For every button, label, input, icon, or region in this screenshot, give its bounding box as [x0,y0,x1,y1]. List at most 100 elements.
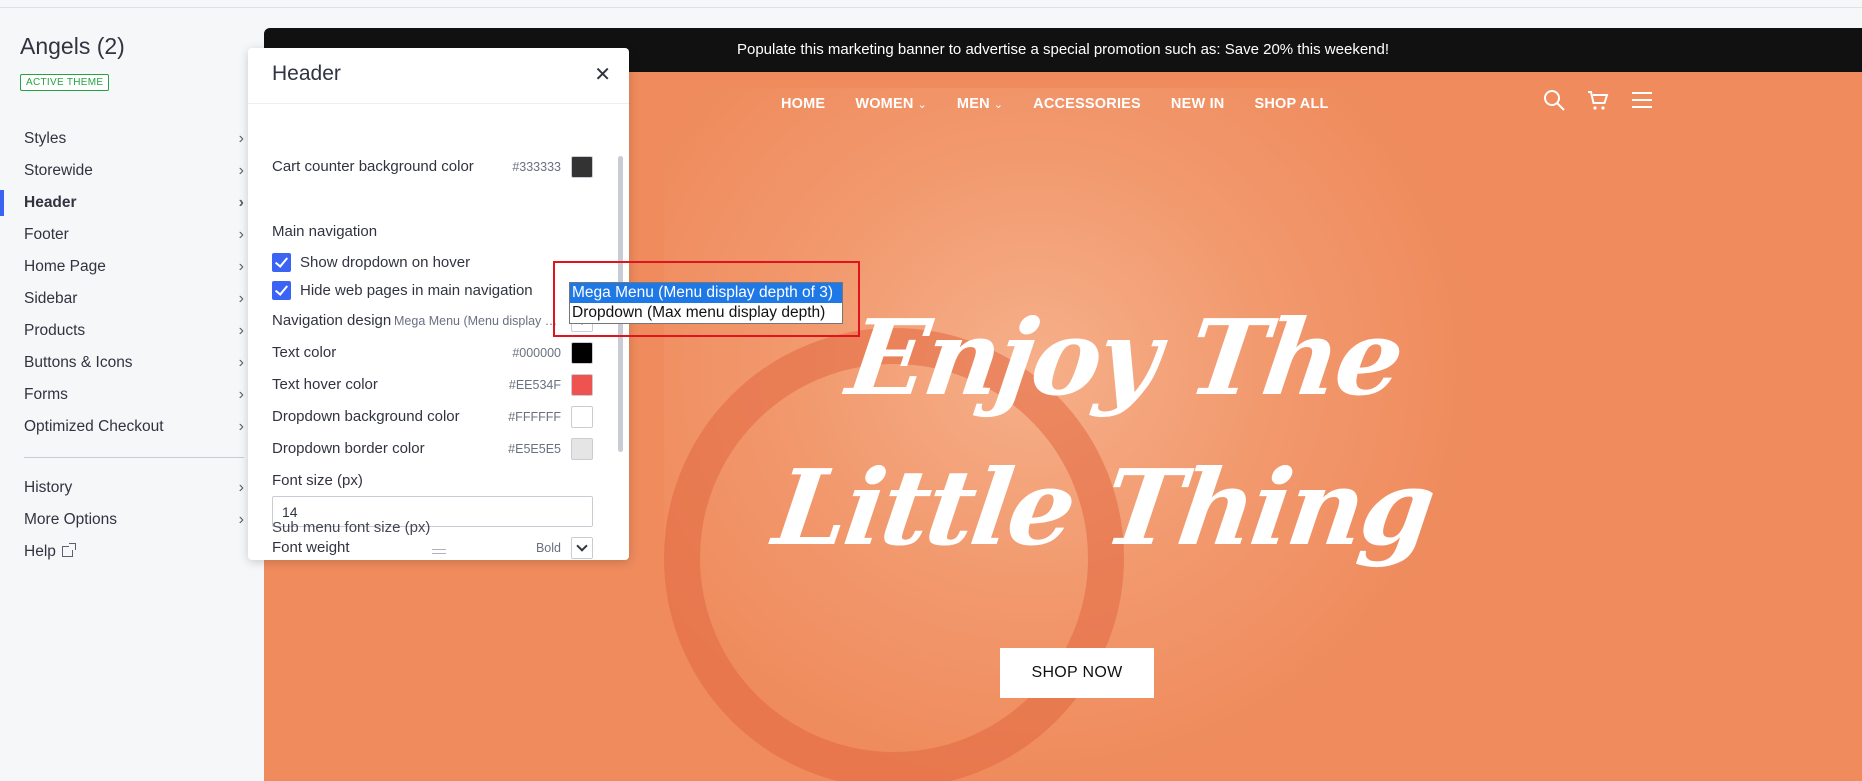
sidebar-item-header[interactable]: Header › [0,187,262,219]
theme-sidebar: Angels (2) ACTIVE THEME Styles › Storewid… [0,9,262,781]
color-hex: #333333 [512,160,561,174]
checkbox-checked[interactable] [272,281,291,300]
top-bar [0,0,1862,8]
checkbox-label: Show dropdown on hover [300,254,471,271]
dropdown-bg-color-row: Dropdown background color #FFFFFF [272,406,593,430]
search-icon[interactable] [1542,88,1566,112]
sidebar-item-forms[interactable]: Forms › [0,379,262,411]
chevron-right-icon: › [238,226,244,243]
sidebar-item-label: Storewide [24,162,93,179]
chevron-right-icon: › [238,418,244,435]
color-hex: #E5E5E5 [508,442,561,456]
color-swatch[interactable] [571,342,593,364]
sidebar-item-history[interactable]: History › [0,472,262,504]
chevron-down-icon: ⌄ [993,99,1004,111]
color-hex: #FFFFFF [508,410,561,424]
dropdown-border-color-row: Dropdown border color #E5E5E5 [272,438,593,462]
sidebar-item-storewide[interactable]: Storewide › [0,155,262,187]
theme-title: Angels (2) [20,33,125,59]
field-label: Text hover color [272,376,378,393]
sidebar-item-home-page[interactable]: Home Page › [0,251,262,283]
cart-icon[interactable] [1586,88,1610,112]
color-swatch[interactable] [571,438,593,460]
field-label: Navigation design [272,312,392,329]
sidebar-divider [24,457,244,458]
chevron-right-icon: › [238,162,244,179]
sidebar-nav: Styles › Storewide › Header › Footer › Home … [0,123,262,568]
font-weight-select[interactable] [571,537,593,559]
hero-headline: Enjoy The Little Thing [763,283,1465,583]
close-icon[interactable]: ✕ [594,62,611,87]
sidebar-item-footer[interactable]: Footer › [0,219,262,251]
sidebar-item-label: Footer [24,226,69,243]
sidebar-item-sidebar[interactable]: Sidebar › [0,283,262,315]
sidebar-item-label: Optimized Checkout [24,418,164,435]
sub-menu-font-size-label: Sub menu font size (px) [272,519,431,536]
sidebar-item-label: Home Page [24,258,106,275]
hero-line-2: Little Thing [767,446,1440,569]
chevron-right-icon: › [238,386,244,403]
chevron-down-icon: ⌄ [917,99,927,111]
store-nav-shop-all[interactable]: SHOP ALL [1254,96,1328,112]
cart-counter-bg-row: Cart counter background color #333333 [272,156,593,180]
sidebar-item-label: Help [24,543,56,560]
menu-icon[interactable] [1630,88,1654,112]
sidebar-item-help[interactable]: Help [0,536,262,568]
chevron-right-icon: › [238,194,244,211]
field-label: Dropdown background color [272,408,460,425]
store-nav-accessories[interactable]: ACCESSORIES [1033,96,1141,112]
color-swatch[interactable] [571,156,593,178]
select-value: Bold [535,541,561,555]
field-label: Dropdown border color [272,440,425,457]
store-nav-label: WOMEN [855,96,914,112]
font-size-label: Font size (px) [272,472,363,489]
color-swatch[interactable] [571,374,593,396]
sidebar-item-label: More Options [24,511,118,528]
field-label: Text color [272,344,337,361]
store-nav-home[interactable]: HOME [781,96,825,112]
color-swatch[interactable] [571,406,593,428]
sidebar-item-styles[interactable]: Styles › [0,123,262,155]
chevron-right-icon: › [238,258,244,275]
checkbox-label: Hide web pages in main navigation [300,282,533,299]
chevron-right-icon: › [238,322,244,339]
sidebar-item-optimized-checkout[interactable]: Optimized Checkout › [0,411,262,443]
sidebar-item-label: Styles [24,130,67,147]
sidebar-item-label: Sidebar [24,290,78,307]
field-label: Font weight [272,539,350,556]
text-hover-color-row: Text hover color #EE534F [272,374,593,398]
sidebar-item-label: Buttons & Icons [24,354,133,371]
store-nav-label: MEN [956,96,990,112]
sidebar-item-label: Forms [24,386,68,403]
store-nav-new-in[interactable]: NEW IN [1171,96,1225,112]
sidebar-item-label: Header [24,194,77,211]
chevron-right-icon: › [238,290,244,307]
field-label: Cart counter background color [272,158,474,175]
main-navigation-title: Main navigation [272,223,378,240]
external-link-icon [61,543,76,557]
panel-title: Header [272,62,341,85]
sidebar-item-buttons-icons[interactable]: Buttons & Icons › [0,347,262,379]
color-hex: #000000 [512,346,561,360]
sidebar-item-more-options[interactable]: More Options › [0,504,262,536]
store-nav-women[interactable]: WOMEN ⌄ [855,96,927,112]
sidebar-item-label: History [24,479,73,496]
annotation-highlight-box [553,261,860,337]
chevron-right-icon: › [238,354,244,371]
chevron-right-icon: › [238,479,244,496]
select-value: Mega Menu (Menu display depth of 3) [394,314,564,328]
active-theme-badge: ACTIVE THEME [20,74,110,91]
navigation-design-row: Navigation design Mega Menu (Menu displa… [272,310,593,334]
checkbox-checked[interactable] [272,253,291,272]
chevron-right-icon: › [238,511,244,528]
resize-handle[interactable] [432,549,446,554]
shop-now-button[interactable]: SHOP NOW [1000,648,1154,698]
hero-line-1: Enjoy The [840,296,1409,419]
text-color-row: Text color #000000 [272,342,593,366]
panel-header: Header ✕ [248,48,629,104]
sidebar-item-label: Products [24,322,86,339]
color-hex: #EE534F [508,378,561,392]
store-nav-men[interactable]: MEN ⌄ [957,96,1003,112]
sidebar-item-products[interactable]: Products › [0,315,262,347]
chevron-right-icon: › [238,130,244,147]
